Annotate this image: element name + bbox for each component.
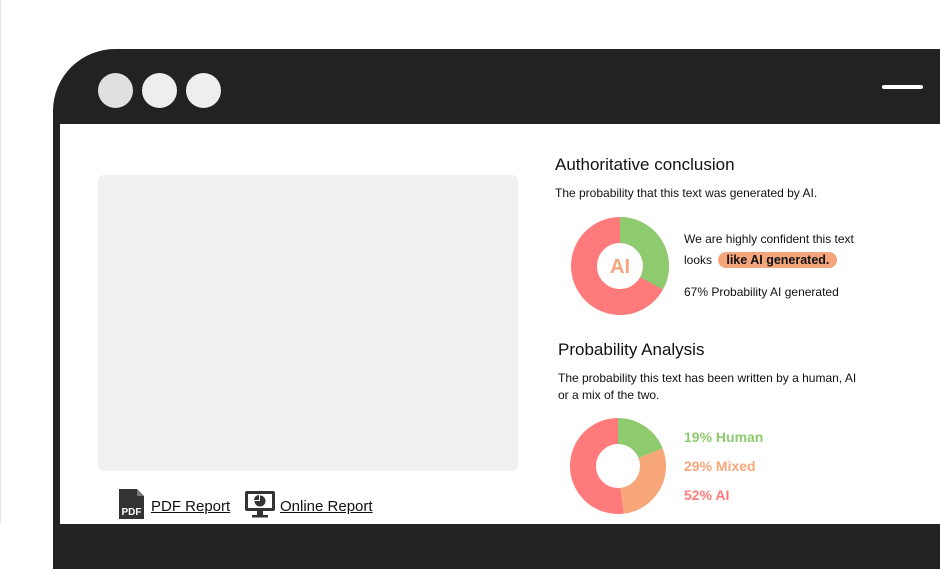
- window-control-close[interactable]: [98, 73, 133, 108]
- pdf-icon: PDF: [115, 488, 147, 524]
- analysis-description-line1: The probability this text has been writt…: [558, 371, 857, 385]
- conclusion-description: The probability that this text was gener…: [555, 186, 818, 200]
- analysis-description: The probability this text has been writt…: [558, 370, 856, 404]
- svg-text:PDF: PDF: [122, 507, 142, 518]
- legend-mixed: 29% Mixed: [684, 458, 756, 474]
- window-control-minimize[interactable]: [142, 73, 177, 108]
- menu-icon[interactable]: [882, 85, 923, 89]
- probability-text: 67% Probability AI generated: [684, 285, 839, 299]
- online-report-label[interactable]: Online Report: [280, 498, 373, 515]
- confidence-prefix: looks: [684, 253, 713, 267]
- analysis-description-line2: or a mix of the two.: [558, 388, 660, 402]
- window-control-maximize[interactable]: [186, 73, 221, 108]
- analysis-title: Probability Analysis: [558, 340, 705, 359]
- ai-generated-badge: like AI generated.: [718, 252, 838, 268]
- page-border: [0, 0, 1, 524]
- pdf-report-label[interactable]: PDF Report: [151, 498, 230, 515]
- pdf-report-link[interactable]: PDF PDF Report: [115, 488, 230, 524]
- text-preview-area: [98, 175, 518, 471]
- confidence-line-2: looks like AI generated.: [684, 252, 838, 268]
- probability-donut: [570, 418, 666, 514]
- monitor-chart-icon: [244, 488, 276, 524]
- conclusion-title: Authoritative conclusion: [555, 155, 735, 174]
- ai-confidence-donut: AI: [571, 217, 669, 315]
- donut-center-label: AI: [610, 256, 630, 278]
- online-report-link[interactable]: Online Report: [244, 488, 373, 524]
- legend-human: 19% Human: [684, 429, 764, 445]
- confidence-line: We are highly confident this text: [684, 232, 854, 246]
- legend-ai: 52% AI: [684, 487, 730, 503]
